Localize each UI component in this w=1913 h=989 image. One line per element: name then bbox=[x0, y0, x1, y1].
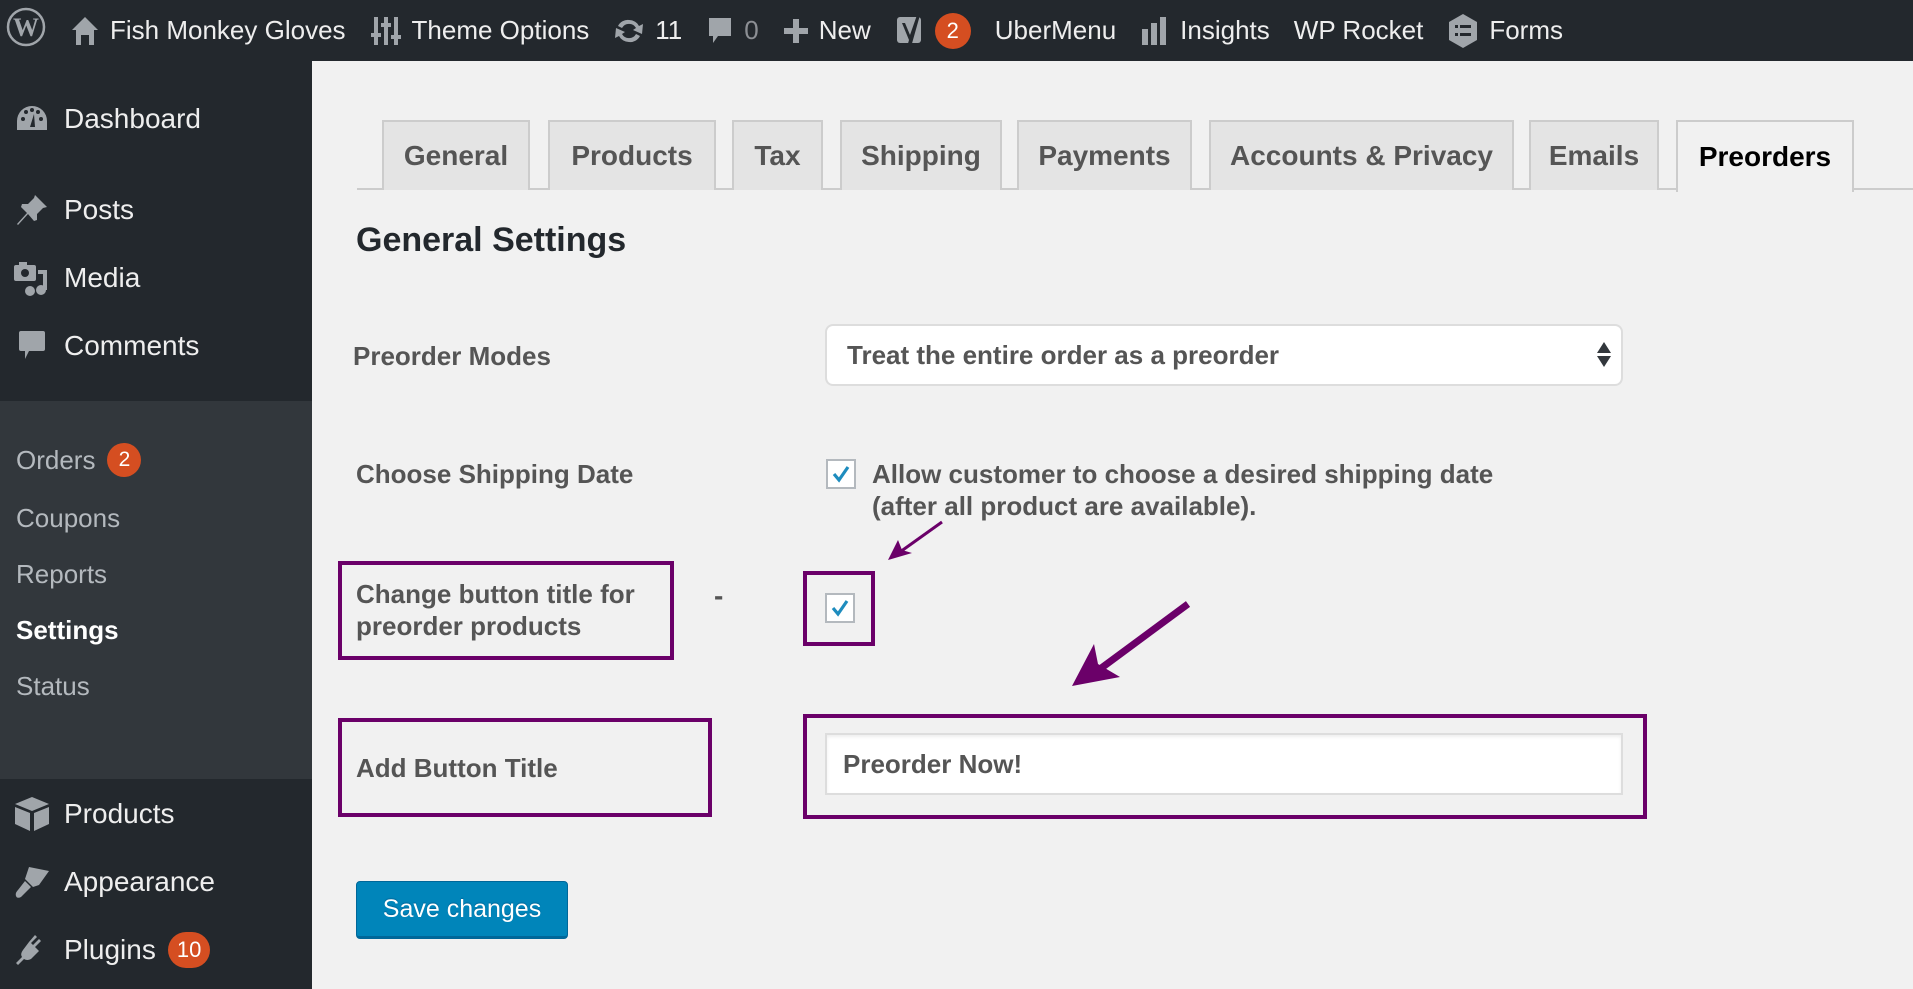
tab-payments[interactable]: Payments bbox=[1017, 120, 1192, 190]
plus-icon bbox=[783, 18, 809, 44]
checkmark-icon bbox=[832, 466, 850, 483]
sidebar-label: Posts bbox=[64, 194, 135, 225]
save-changes-button[interactable]: Save changes bbox=[356, 881, 568, 939]
updates-count: 11 bbox=[655, 15, 683, 45]
woocommerce-submenu: Orders 2 Coupons Reports Settings Status bbox=[0, 401, 312, 779]
submenu-label: Settings bbox=[16, 615, 119, 645]
preorder-modes-label: Preorder Modes bbox=[353, 341, 551, 371]
submenu-label: Reports bbox=[16, 559, 108, 589]
site-name-link[interactable]: Fish Monkey Gloves bbox=[66, 0, 358, 61]
admin-sidebar: Dashboard Posts Media Comments Woo WooCo… bbox=[0, 61, 312, 989]
shipping-date-label: Choose Shipping Date bbox=[356, 459, 634, 489]
main-content: General Products Tax Shipping Payments A… bbox=[312, 61, 1913, 989]
preorder-modes-select[interactable]: Treat the entire order as a preorder bbox=[825, 324, 1623, 386]
forms-label: Forms bbox=[1489, 15, 1564, 45]
comments-link[interactable]: 0 bbox=[694, 0, 770, 61]
checkmark-icon bbox=[831, 600, 849, 617]
home-icon bbox=[70, 15, 100, 47]
comment-icon bbox=[0, 329, 64, 363]
theme-options-label: Theme Options bbox=[411, 15, 590, 45]
settings-tabs: General Products Tax Shipping Payments A… bbox=[357, 120, 1913, 192]
plug-icon bbox=[0, 933, 64, 967]
admin-bar: W Fish Monkey Gloves Theme Options 11 0 … bbox=[0, 0, 1913, 61]
sidebar-item-dashboard[interactable]: Dashboard bbox=[0, 88, 312, 150]
dashboard-icon bbox=[0, 104, 64, 134]
sidebar-label: Comments bbox=[64, 330, 200, 361]
sidebar-item-comments[interactable]: Comments bbox=[0, 315, 312, 377]
sidebar-item-appearance[interactable]: Appearance bbox=[0, 851, 312, 913]
orders-badge: 2 bbox=[107, 443, 142, 477]
sidebar-item-media[interactable]: Media bbox=[0, 247, 312, 309]
bar-chart-icon bbox=[1140, 15, 1170, 47]
sidebar-label: Plugins bbox=[64, 934, 156, 965]
sidebar-label: Appearance bbox=[64, 866, 216, 897]
ubermenu-label: UberMenu bbox=[994, 15, 1117, 45]
tab-emails[interactable]: Emails bbox=[1529, 120, 1659, 190]
tab-accounts-privacy[interactable]: Accounts & Privacy bbox=[1209, 120, 1514, 190]
sidebar-label: Media bbox=[64, 262, 141, 293]
wp-logo-button[interactable]: W bbox=[0, 0, 66, 61]
yoast-seo-link[interactable]: 2 bbox=[883, 0, 983, 61]
select-arrows-icon bbox=[1597, 342, 1611, 367]
wp-rocket-link[interactable]: WP Rocket bbox=[1282, 0, 1436, 61]
submenu-item-coupons[interactable]: Coupons bbox=[16, 503, 120, 534]
comment-bubble-icon bbox=[706, 15, 734, 47]
submenu-label: Orders bbox=[16, 444, 96, 475]
new-content-link[interactable]: New bbox=[771, 0, 883, 61]
submenu-item-status[interactable]: Status bbox=[16, 671, 90, 702]
submenu-item-settings[interactable]: Settings bbox=[16, 615, 119, 646]
tab-general[interactable]: General bbox=[382, 120, 530, 190]
button-title-input[interactable]: Preorder Now! bbox=[825, 733, 1623, 795]
sidebar-label: Dashboard bbox=[64, 103, 201, 134]
comments-count: 0 bbox=[744, 15, 759, 45]
change-button-title-label: Change button title for preorder product… bbox=[356, 579, 635, 641]
preorder-modes-selected: Treat the entire order as a preorder bbox=[847, 339, 1280, 370]
insights-link[interactable]: Insights bbox=[1128, 0, 1282, 61]
submenu-label: Status bbox=[16, 671, 90, 701]
shipping-date-description: Allow customer to choose a desired shipp… bbox=[872, 459, 1494, 521]
updates-link[interactable]: 11 bbox=[601, 0, 694, 61]
wp-rocket-label: WP Rocket bbox=[1293, 15, 1424, 45]
insights-label: Insights bbox=[1180, 15, 1270, 45]
paintbrush-icon bbox=[0, 865, 64, 899]
plugins-badge: 10 bbox=[167, 932, 211, 968]
ubermenu-link[interactable]: UberMenu bbox=[983, 0, 1128, 61]
shipping-date-checkbox[interactable] bbox=[826, 459, 856, 489]
forms-link[interactable]: Forms bbox=[1435, 0, 1575, 61]
separator-dash: - bbox=[714, 580, 724, 611]
yoast-icon bbox=[895, 13, 925, 49]
tab-products[interactable]: Products bbox=[548, 120, 716, 190]
sliders-icon bbox=[370, 15, 402, 47]
submenu-item-reports[interactable]: Reports bbox=[16, 559, 107, 590]
forms-icon bbox=[1447, 13, 1479, 49]
new-label: New bbox=[818, 15, 871, 45]
site-name: Fish Monkey Gloves bbox=[110, 15, 346, 45]
sidebar-item-plugins[interactable]: Plugins 10 bbox=[0, 919, 312, 981]
refresh-icon bbox=[613, 15, 645, 47]
yoast-badge: 2 bbox=[934, 12, 971, 49]
tab-shipping[interactable]: Shipping bbox=[840, 120, 1002, 190]
theme-options-link[interactable]: Theme Options bbox=[358, 0, 602, 61]
change-button-title-checkbox[interactable] bbox=[825, 593, 855, 623]
sidebar-item-posts[interactable]: Posts bbox=[0, 179, 312, 241]
tab-preorders[interactable]: Preorders bbox=[1676, 120, 1854, 192]
svg-text:W: W bbox=[13, 13, 39, 42]
tab-tax[interactable]: Tax bbox=[732, 120, 823, 190]
wordpress-logo-icon: W bbox=[6, 7, 46, 54]
pushpin-icon bbox=[0, 193, 64, 227]
box-icon bbox=[0, 795, 64, 833]
button-title-value: Preorder Now! bbox=[843, 748, 1023, 779]
submenu-label: Coupons bbox=[16, 503, 121, 533]
submenu-item-orders[interactable]: Orders 2 bbox=[16, 443, 142, 477]
sidebar-item-products[interactable]: Products bbox=[0, 783, 312, 845]
media-icon bbox=[0, 260, 64, 296]
sidebar-label: Products bbox=[64, 798, 175, 829]
section-title: General Settings bbox=[356, 221, 627, 259]
add-button-title-label: Add Button Title bbox=[356, 753, 558, 783]
